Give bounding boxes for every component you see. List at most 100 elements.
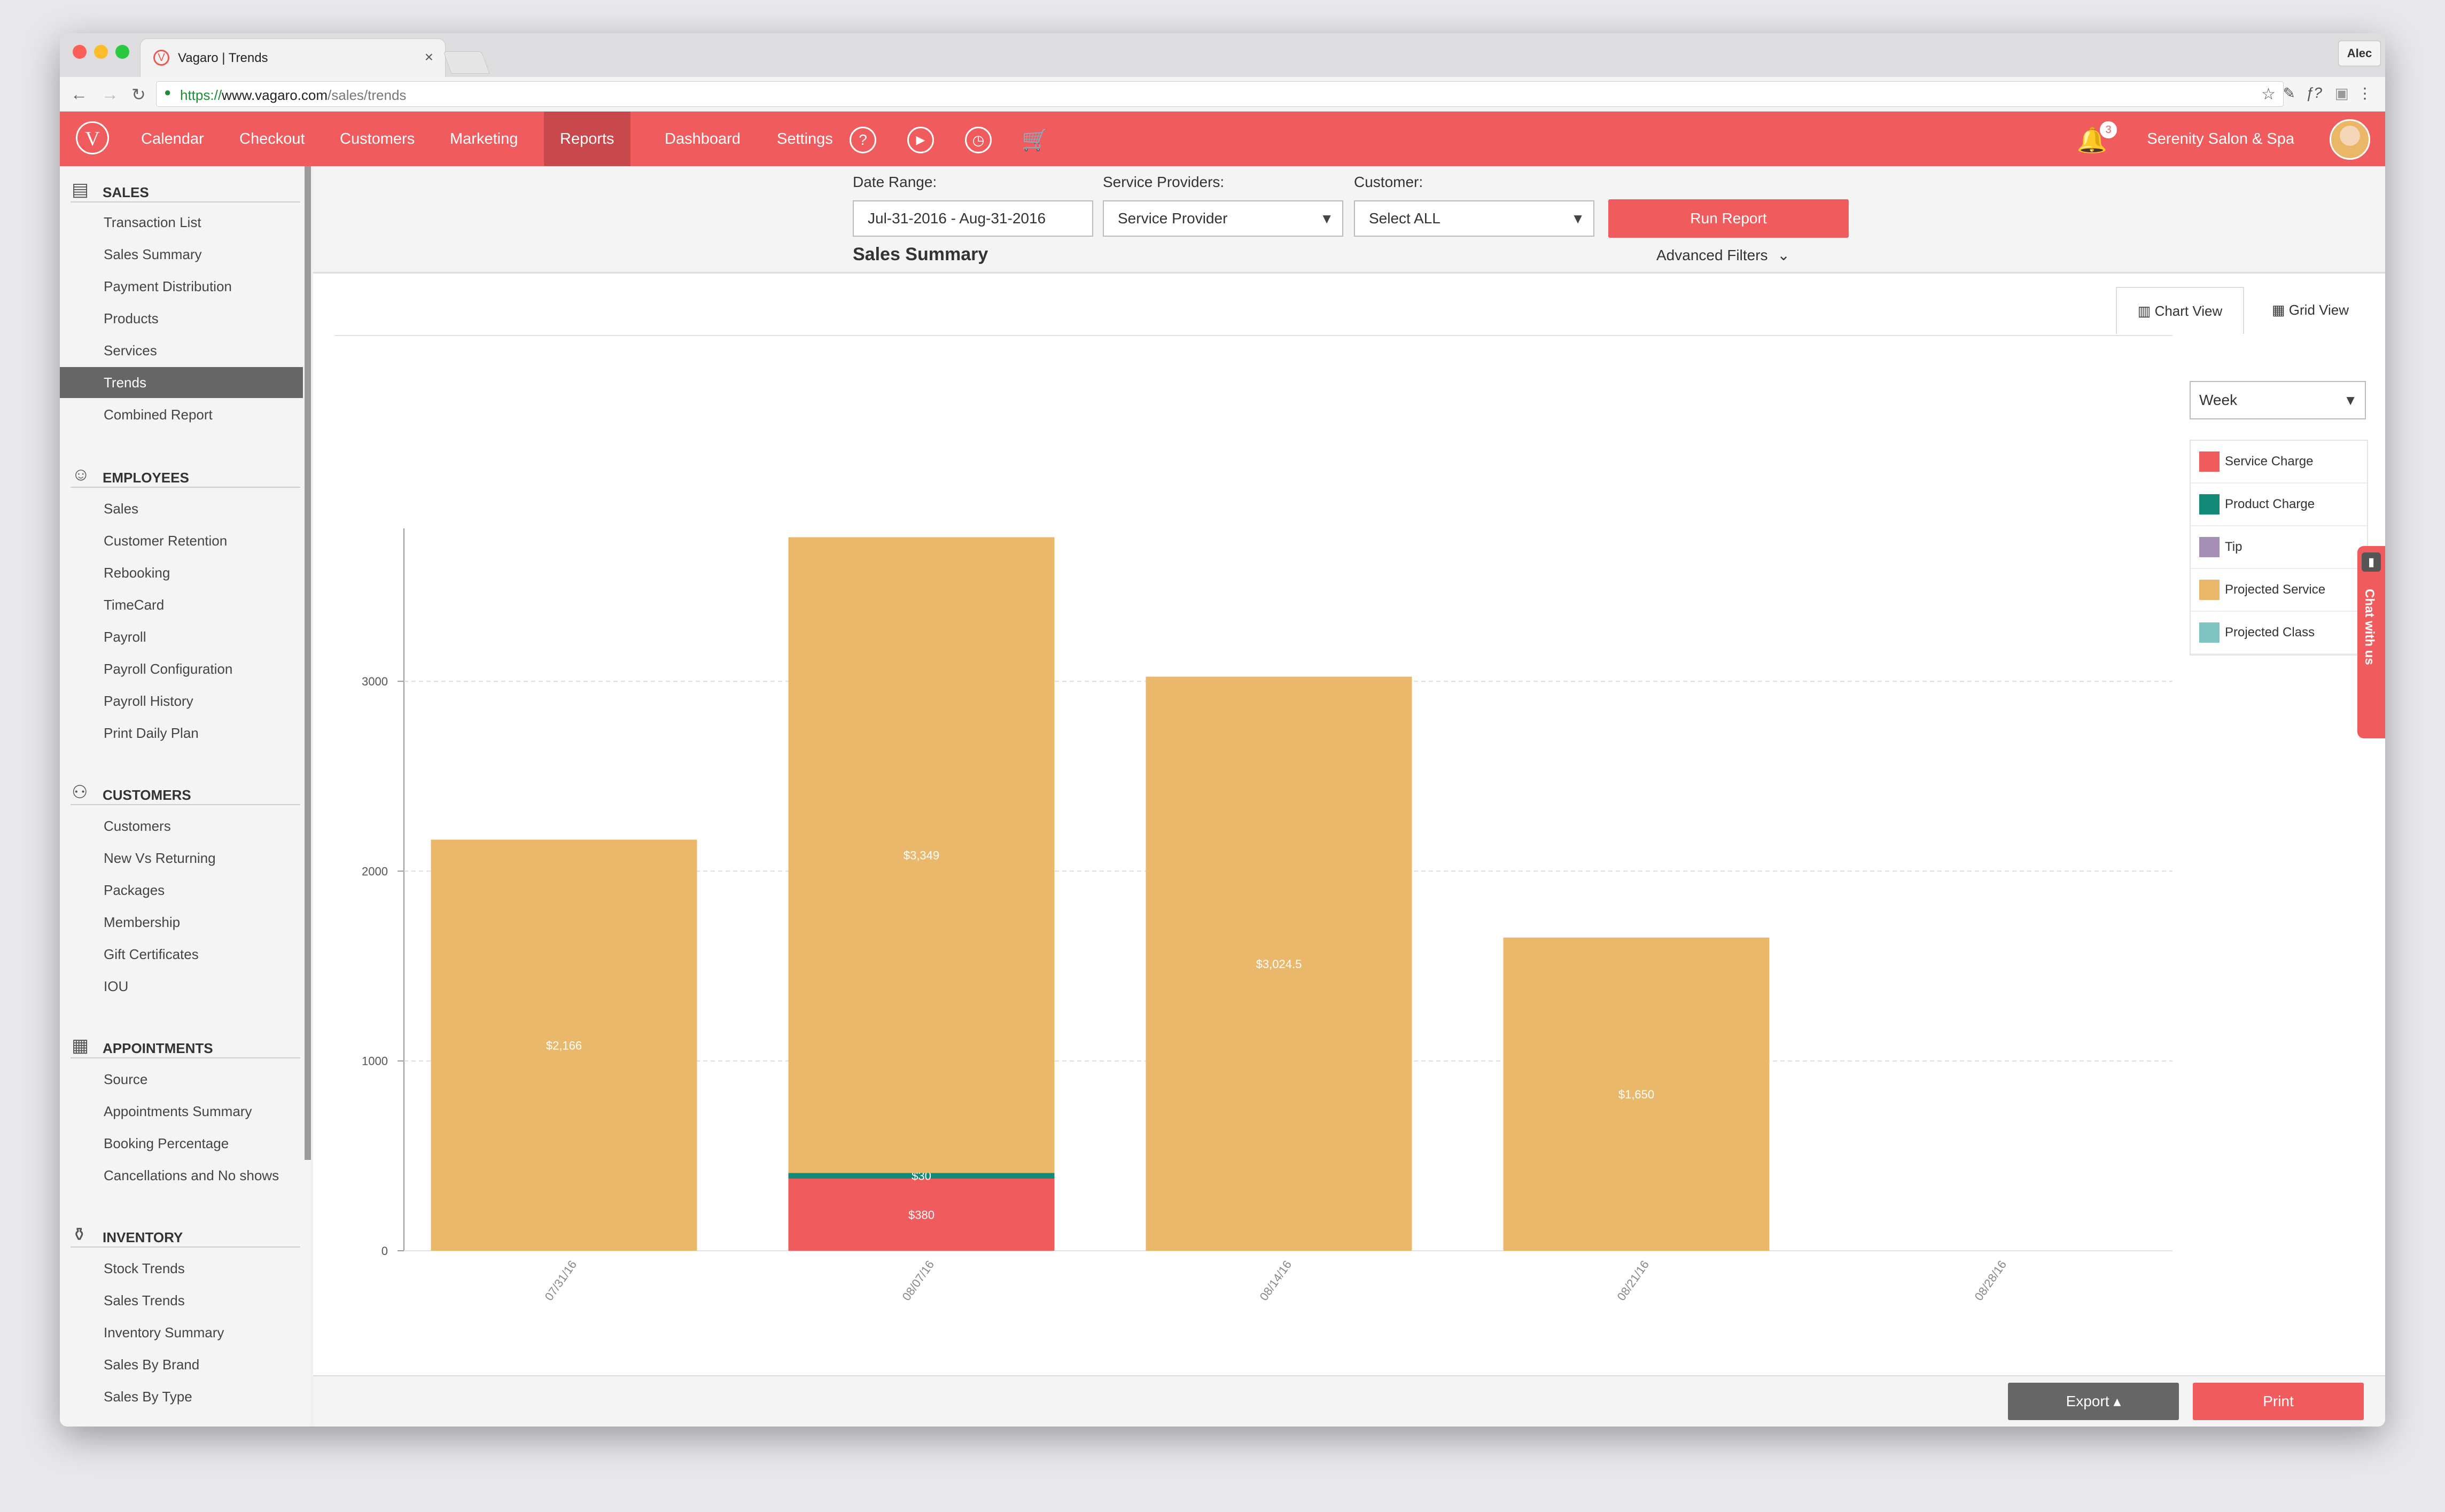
dropdown-caret-icon: ▼ bbox=[1571, 211, 1585, 227]
run-report-button[interactable]: Run Report bbox=[1608, 199, 1849, 238]
service-provider-select[interactable]: Service Provider ▼ bbox=[1103, 200, 1343, 237]
report-footer: Export ▴ Print bbox=[313, 1375, 2385, 1427]
sidebar-item-stock-trends[interactable]: Stock Trends bbox=[60, 1253, 303, 1284]
legend-item[interactable]: Projected Class bbox=[2191, 612, 2367, 654]
address-bar: ← → ↻ ● https://www.vagaro.com/sales/tre… bbox=[60, 77, 2385, 112]
chat-widget[interactable]: ▮ Chat with us bbox=[2357, 546, 2385, 738]
sidebar-item-booking-percentage[interactable]: Booking Percentage bbox=[60, 1128, 303, 1159]
sidebar-item-combined-report[interactable]: Combined Report bbox=[60, 399, 303, 430]
bookmark-star-icon[interactable]: ☆ bbox=[2261, 85, 2276, 104]
sidebar-item-payroll[interactable]: Payroll bbox=[60, 621, 303, 652]
maximize-window-button[interactable] bbox=[115, 45, 129, 59]
sidebar-item-new-vs-returning[interactable]: New Vs Returning bbox=[60, 843, 303, 874]
sidebar-item-gift-certificates[interactable]: Gift Certificates bbox=[60, 939, 303, 970]
y-tick-label: 3000 bbox=[362, 675, 388, 688]
sidebar-item-source[interactable]: Source bbox=[60, 1064, 303, 1095]
tab-close-icon[interactable]: × bbox=[425, 49, 433, 66]
sidebar-item-print-daily-plan[interactable]: Print Daily Plan bbox=[60, 718, 303, 749]
profile-button[interactable]: Alec bbox=[2338, 41, 2381, 66]
vagaro-logo[interactable]: V bbox=[76, 121, 109, 154]
sidebar-item-employee-sales[interactable]: Sales bbox=[60, 493, 303, 524]
reload-icon[interactable]: ↻ bbox=[131, 84, 146, 105]
help-icon[interactable]: ? bbox=[850, 127, 876, 153]
section-customers: ⚇ CUSTOMERS bbox=[71, 780, 300, 805]
sidebar-item-iou[interactable]: IOU bbox=[60, 971, 303, 1002]
data-label: $3,024.5 bbox=[1256, 957, 1302, 971]
sidebar-item-sales-summary[interactable]: Sales Summary bbox=[60, 239, 303, 270]
nav-customers[interactable]: Customers bbox=[324, 112, 431, 166]
sidebar-item-payroll-configuration[interactable]: Payroll Configuration bbox=[60, 653, 303, 684]
sidebar-item-trends[interactable]: Trends bbox=[60, 367, 303, 398]
sidebar-item-membership[interactable]: Membership bbox=[60, 907, 303, 938]
sidebar-item-packages[interactable]: Packages bbox=[60, 875, 303, 906]
business-name[interactable]: Serenity Salon & Spa bbox=[2147, 112, 2294, 166]
customer-select[interactable]: Select ALL ▼ bbox=[1354, 200, 1594, 237]
grid-view-label: Grid View bbox=[2288, 302, 2349, 318]
video-play-icon[interactable]: ▶ bbox=[907, 127, 934, 153]
sidebar-item-sales-by-type[interactable]: Sales By Type bbox=[60, 1381, 303, 1412]
legend-item[interactable]: Projected Service bbox=[2191, 569, 2367, 612]
cart-icon[interactable]: 🛒 bbox=[1022, 127, 1048, 153]
browser-tab[interactable]: V Vagaro | Trends × bbox=[140, 38, 446, 77]
section-title: APPOINTMENTS bbox=[103, 1040, 213, 1056]
user-avatar[interactable] bbox=[2330, 119, 2370, 160]
period-select[interactable]: Week ▼ bbox=[2190, 381, 2366, 419]
sidebar-item-sales-by-brand[interactable]: Sales By Brand bbox=[60, 1349, 303, 1380]
print-button[interactable]: Print bbox=[2193, 1383, 2364, 1420]
sidebar-item-inventory-summary[interactable]: Inventory Summary bbox=[60, 1317, 303, 1348]
tab-grid-view[interactable]: ▦ Grid View bbox=[2247, 287, 2373, 333]
tab-title: Vagaro | Trends bbox=[178, 51, 268, 65]
report-main: Date Range: Jul-31-2016 - Aug-31-2016 Se… bbox=[313, 166, 2385, 1427]
close-window-button[interactable] bbox=[73, 45, 87, 59]
nav-marketing[interactable]: Marketing bbox=[434, 112, 534, 166]
sidebar-item-sales-trends[interactable]: Sales Trends bbox=[60, 1285, 303, 1316]
legend-label: Projected Class bbox=[2225, 625, 2315, 640]
function-extension-icon[interactable]: ƒ? bbox=[2306, 84, 2322, 102]
export-button[interactable]: Export ▴ bbox=[2008, 1383, 2179, 1420]
section-appointments: ▦ APPOINTMENTS bbox=[71, 1033, 300, 1058]
legend-swatch bbox=[2199, 537, 2220, 557]
w-extension-icon[interactable]: ▣ bbox=[2335, 84, 2349, 102]
person-icon: ☺ bbox=[72, 464, 90, 485]
sidebar-scrollbar[interactable] bbox=[305, 166, 311, 1160]
bottles-icon: ⚱ bbox=[72, 1225, 87, 1245]
bar-chart-icon: ▥ bbox=[2137, 303, 2151, 319]
nav-reports[interactable]: Reports bbox=[544, 112, 630, 166]
sidebar-item-customer-retention[interactable]: Customer Retention bbox=[60, 525, 303, 556]
date-range-input[interactable]: Jul-31-2016 - Aug-31-2016 bbox=[853, 200, 1093, 237]
alarm-clock-icon[interactable]: ◷ bbox=[965, 127, 992, 153]
section-inventory: ⚱ INVENTORY bbox=[71, 1222, 300, 1248]
sidebar-item-rebooking[interactable]: Rebooking bbox=[60, 557, 303, 588]
sidebar-item-payroll-history[interactable]: Payroll History bbox=[60, 685, 303, 716]
sidebar-item-customers[interactable]: Customers bbox=[60, 810, 303, 841]
sidebar-item-timecard[interactable]: TimeCard bbox=[60, 589, 303, 620]
nav-settings[interactable]: Settings bbox=[761, 112, 849, 166]
eyedropper-extension-icon[interactable]: ✎ bbox=[2283, 84, 2295, 102]
url-input[interactable]: ● https://www.vagaro.com/sales/trends ☆ bbox=[156, 81, 2284, 107]
chart-legend: Service Charge Product Charge Tip Projected… bbox=[2190, 440, 2368, 656]
legend-item[interactable]: Product Charge bbox=[2191, 484, 2367, 526]
sidebar-item-services[interactable]: Services bbox=[60, 335, 303, 366]
reports-sidebar: ▤ SALES Transaction List Sales Summary P… bbox=[60, 166, 311, 1427]
menu-dots-icon[interactable]: ⋮ bbox=[2357, 84, 2372, 102]
legend-item[interactable]: Tip bbox=[2191, 526, 2367, 569]
dropdown-caret-icon: ▼ bbox=[2343, 392, 2357, 408]
minimize-window-button[interactable] bbox=[94, 45, 108, 59]
advanced-filters-toggle[interactable]: Advanced Filters ⌄ bbox=[1656, 246, 1790, 264]
sidebar-item-products[interactable]: Products bbox=[60, 303, 303, 334]
nav-dashboard[interactable]: Dashboard bbox=[649, 112, 757, 166]
sidebar-item-transaction-list[interactable]: Transaction List bbox=[60, 207, 303, 238]
sidebar-item-cancellations[interactable]: Cancellations and No shows bbox=[60, 1160, 303, 1191]
tab-chart-view[interactable]: ▥ Chart View bbox=[2116, 287, 2244, 334]
data-label: $1,650 bbox=[1618, 1088, 1654, 1101]
nav-checkout[interactable]: Checkout bbox=[223, 112, 321, 166]
sidebar-item-payment-distribution[interactable]: Payment Distribution bbox=[60, 271, 303, 302]
legend-item[interactable]: Service Charge bbox=[2191, 441, 2367, 484]
new-tab-button[interactable] bbox=[443, 51, 490, 74]
group-icon: ⚇ bbox=[72, 782, 88, 802]
nav-calendar[interactable]: Calendar bbox=[125, 112, 220, 166]
sidebar-item-appointments-summary[interactable]: Appointments Summary bbox=[60, 1096, 303, 1127]
period-value: Week bbox=[2199, 392, 2238, 408]
back-icon[interactable]: ← bbox=[71, 84, 88, 104]
forward-icon[interactable]: → bbox=[102, 84, 119, 104]
